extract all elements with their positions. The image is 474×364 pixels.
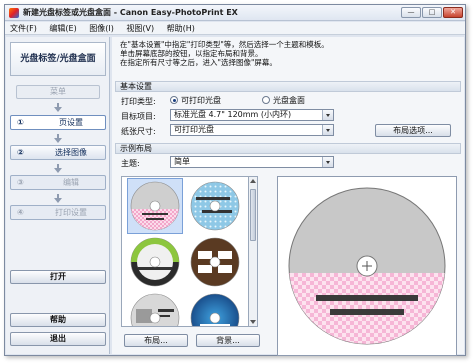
app-icon [9,8,19,18]
menu-image[interactable]: 图像(I) [84,22,119,35]
step-select-image[interactable]: ② 选择图像 [10,145,106,160]
layout-options-button[interactable]: 布局选项... [375,124,451,137]
arrow-down-icon [54,103,62,112]
title-bar[interactable]: 新建光盘标签或光盘盒面 - Canon Easy-PhotoPrint EX —… [5,5,465,21]
target-value: 标准光盘 4.7" 120mm (小内环) [174,110,292,119]
scroll-up-icon[interactable] [250,179,256,183]
menu-edit[interactable]: 编辑(E) [44,22,81,35]
radio-disc-case[interactable] [262,96,270,104]
arrow-down-icon [54,134,62,143]
template-thumbnail[interactable] [188,179,242,233]
menu-help[interactable]: 帮助(H) [162,22,200,35]
paper-size-select[interactable]: 可打印光盘 [170,124,334,136]
template-thumbnail-list[interactable] [121,176,257,327]
radio-label-disc-case: 光盘盒面 [273,96,305,105]
disc-template-icon [130,293,180,326]
sample-layout-header: 示例布局 [115,143,461,154]
disc-preview [277,176,457,356]
instructions: 在"基本设置"中指定"打印类型"等，然后选择一个主题和模板。 单击屏幕底部的按钮… [120,40,450,67]
radio-printable-disc[interactable] [170,96,178,104]
chevron-down-icon [322,110,333,120]
template-thumbnail[interactable] [188,235,242,289]
main-panel: 在"基本设置"中指定"打印类型"等，然后选择一个主题和模板。 单击屏幕底部的按钮… [112,37,464,356]
disc-template-icon [130,181,180,231]
chevron-down-icon [322,157,333,167]
exit-button[interactable]: 退出 [10,332,106,346]
background-button[interactable]: 背景... [196,334,260,347]
instruction-line: 在指定所有尺寸等之后，进入"选择图像"屏幕。 [120,58,277,67]
theme-select[interactable]: 简单 [170,156,334,168]
step-label: 页设置 [59,118,83,127]
radio-label-printable-disc: 可打印光盘 [181,96,221,105]
menu-view[interactable]: 视图(V) [121,22,159,35]
menu-file[interactable]: 文件(F) [5,22,42,35]
step-page-setup[interactable]: ① 页设置 [10,115,106,130]
step-label: 选择图像 [55,148,87,157]
menu-button[interactable]: 菜单 [16,85,100,99]
disc-template-icon [190,237,240,287]
window-title: 新建光盘标签或光盘盒面 - Canon Easy-PhotoPrint EX [23,8,238,17]
step-number: ③ [17,178,24,187]
template-thumbnail[interactable] [188,291,242,326]
menu-bar: 文件(F) 编辑(E) 图像(I) 视图(V) 帮助(H) [5,22,465,35]
disc-preview-image [288,187,446,345]
theme-value: 简单 [174,157,190,166]
step-label: 打印设置 [55,208,87,217]
basic-settings-header: 基本设置 [115,81,461,92]
disc-template-icon [190,181,240,231]
minimize-button[interactable]: — [401,7,421,18]
target-select[interactable]: 标准光盘 4.7" 120mm (小内环) [170,109,334,121]
disc-template-icon [130,237,180,287]
step-number: ② [17,148,24,157]
thumbnail-scrollbar[interactable] [248,176,258,327]
theme-label: 主题: [121,159,140,168]
paper-size-value: 可打印光盘 [174,125,214,134]
step-number: ④ [17,208,24,217]
layout-button[interactable]: 布局... [124,334,188,347]
template-thumbnail[interactable] [128,291,182,326]
maximize-button[interactable]: □ [422,7,442,18]
step-number: ① [17,118,24,127]
arrow-down-icon [54,194,62,203]
open-button[interactable]: 打开 [10,270,106,284]
step-label: 编辑 [63,178,79,187]
template-thumbnail[interactable] [128,235,182,289]
sidebar-title: 光盘标签/光盘盒面 [10,42,106,76]
instruction-line: 单击屏幕底部的按钮，以指定布局和背景。 [120,49,263,58]
help-button[interactable]: 帮助 [10,313,106,327]
sidebar: 光盘标签/光盘盒面 菜单 ① 页设置 ② 选择图像 ③ 编辑 ④ 打印设置 打开… [6,37,110,354]
paper-size-label: 纸张尺寸: [121,127,156,136]
arrow-down-icon [54,164,62,173]
template-thumbnail[interactable] [127,178,183,234]
disc-template-icon [190,293,240,326]
chevron-down-icon [322,125,333,135]
scroll-thumb[interactable] [250,189,256,241]
target-label: 目标项目: [121,112,156,121]
print-type-label: 打印类型: [121,97,156,106]
close-button[interactable]: ✕ [443,7,463,18]
step-edit: ③ 编辑 [10,175,106,190]
scroll-down-icon[interactable] [250,320,256,324]
instruction-line: 在"基本设置"中指定"打印类型"等，然后选择一个主题和模板。 [120,40,329,49]
app-window: 新建光盘标签或光盘盒面 - Canon Easy-PhotoPrint EX —… [4,4,466,356]
step-print-settings: ④ 打印设置 [10,205,106,220]
